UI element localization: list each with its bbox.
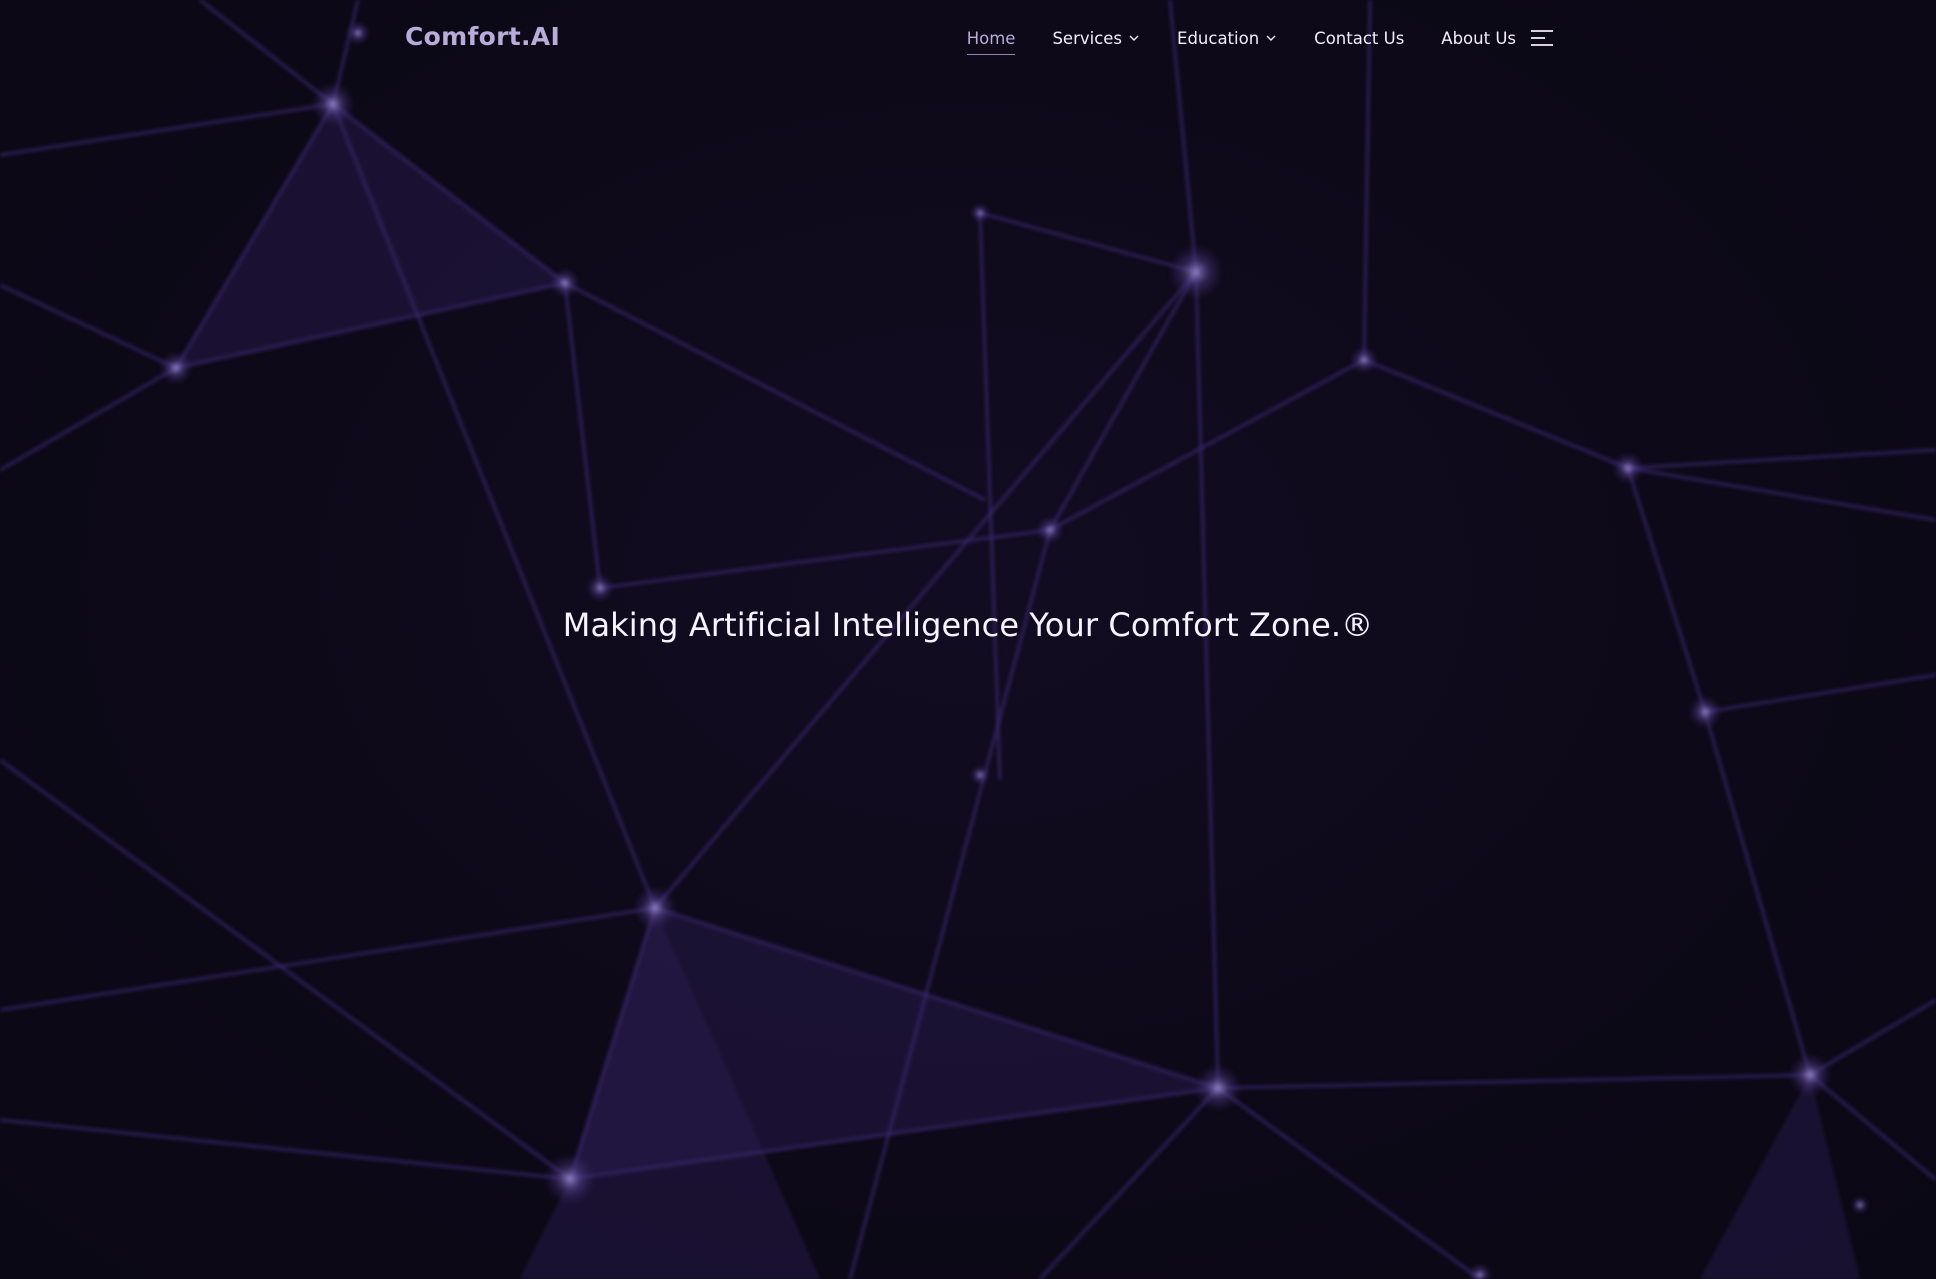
nav-item-contact-us[interactable]: Contact Us [1314, 24, 1404, 52]
nav-item-label: Education [1177, 28, 1260, 48]
nav-item-label: Home [966, 28, 1016, 48]
chevron-down-icon [1266, 35, 1276, 41]
nav-item-services[interactable]: Services [1052, 24, 1140, 52]
nav-item-home[interactable]: Home [966, 24, 1016, 55]
site-header: Comfort.AI Home Services Education Conta… [0, 0, 1936, 76]
hamburger-menu-button[interactable] [1530, 27, 1554, 49]
home-page: Comfort.AI Home Services Education Conta… [0, 0, 1936, 1279]
chevron-down-icon [1129, 35, 1139, 41]
hamburger-menu-icon [1531, 30, 1553, 46]
nav-item-education[interactable]: Education [1177, 24, 1277, 52]
site-logo[interactable]: Comfort.AI [405, 22, 560, 51]
nav-item-about-us[interactable]: About Us [1441, 24, 1516, 52]
hero-section: Making Artificial Intelligence Your Comf… [0, 606, 1936, 644]
main-nav: Home Services Education Contact Us About… [966, 24, 1554, 55]
nav-item-label: Services [1052, 28, 1123, 48]
nav-item-label: About Us [1441, 28, 1516, 48]
hero-title: Making Artificial Intelligence Your Comf… [562, 606, 1374, 644]
nav-item-label: Contact Us [1314, 28, 1405, 48]
